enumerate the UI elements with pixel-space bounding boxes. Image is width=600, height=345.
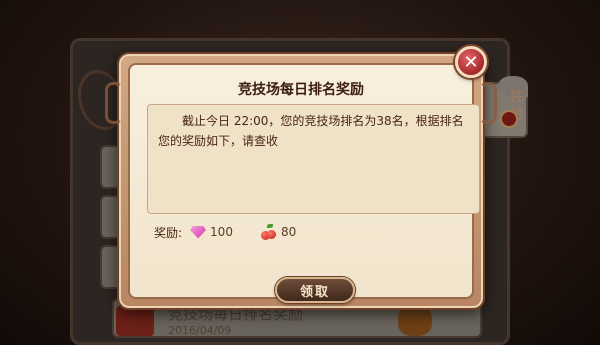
reward-label: 奖励:	[154, 225, 183, 240]
cherry-icon	[260, 224, 277, 240]
message-text: 截止今日 22:00，您的竞技场排名为38名，根据排名您的奖励如下，请查收	[147, 104, 480, 214]
close-button[interactable]: ✕	[455, 46, 487, 78]
background-mail-date: 2016/04/09	[168, 324, 232, 337]
reward-gems: 100	[190, 225, 233, 239]
ribbon-decoration	[105, 82, 123, 124]
dialog-title: 竞技场每日排名奖励	[238, 82, 364, 98]
dialog-content: 竞技场每日排名奖励 截止今日 22:00，您的竞技场排名为38名，根据排名您的奖…	[128, 63, 480, 303]
reward-gems-value: 100	[210, 225, 233, 239]
reward-dialog: 竞技场每日排名奖励 截止今日 22:00，您的竞技场排名为38名，根据排名您的奖…	[105, 52, 497, 310]
reward-cherries-value: 80	[280, 225, 297, 239]
envelope-icon	[116, 306, 154, 336]
reward-cherries: 80	[260, 224, 297, 240]
piggy-icon	[398, 306, 432, 336]
pink-gem-icon	[190, 225, 207, 239]
receive-button[interactable]: 领取	[275, 277, 355, 303]
close-x-icon: ✕	[463, 51, 479, 73]
reward-row: 奖励: 100 80	[154, 222, 324, 242]
game-screen: 件 给 竞技场每日排名奖励 2016/04/09 竞技场每日排名奖励 截止今日 …	[0, 0, 600, 345]
notification-dot-icon	[500, 110, 518, 128]
ribbon-decoration	[479, 82, 497, 124]
